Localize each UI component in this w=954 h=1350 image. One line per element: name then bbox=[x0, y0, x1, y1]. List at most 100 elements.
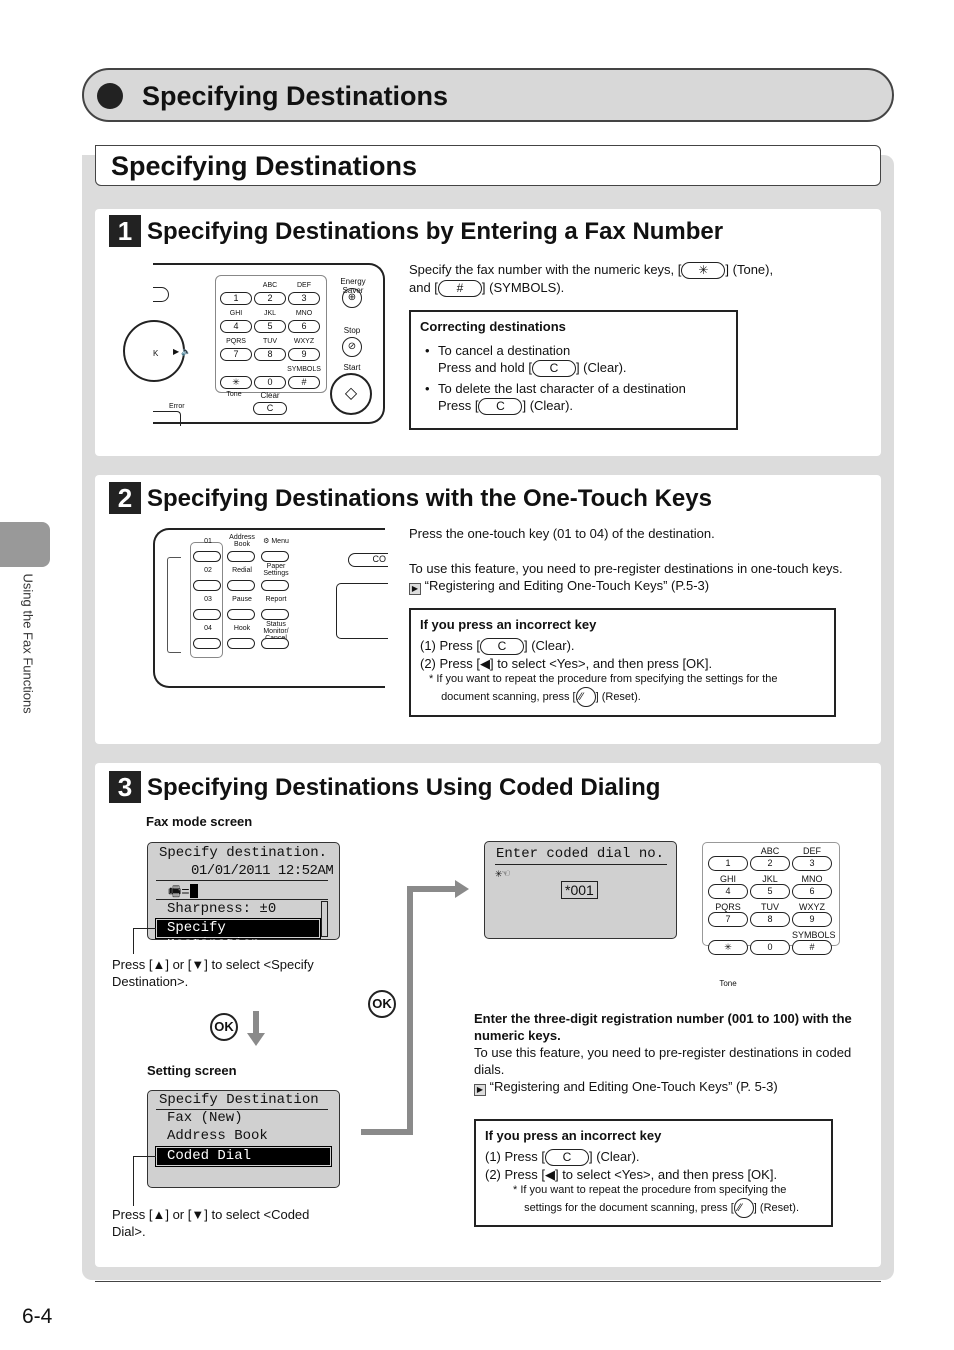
numeric-key-9[interactable]: 9 bbox=[792, 912, 832, 927]
step-number: 1 bbox=[109, 215, 141, 247]
step-title: Specifying Destinations Using Coded Dial… bbox=[147, 774, 661, 801]
numeric-key-7[interactable]: 7 bbox=[220, 348, 252, 361]
down-arrow-flow-icon bbox=[247, 1033, 265, 1046]
numeric-key-3[interactable]: 3 bbox=[792, 856, 832, 871]
setting-lcd: Specify Destination Fax (New) Address Bo… bbox=[147, 1090, 340, 1188]
key-label: Report bbox=[265, 596, 287, 603]
function-key[interactable] bbox=[261, 638, 289, 649]
ok-key-icon: OK bbox=[210, 1013, 238, 1041]
numeric-key-2[interactable]: 2 bbox=[750, 856, 790, 871]
tone-key-icon: ✳ bbox=[681, 262, 726, 280]
function-key[interactable] bbox=[261, 609, 289, 620]
numeric-key-5[interactable]: 5 bbox=[254, 320, 286, 333]
step-title: Specifying Destinations by Entering a Fa… bbox=[147, 218, 724, 245]
numeric-key-✳[interactable]: ✳ bbox=[220, 376, 252, 389]
reference-link[interactable]: “Registering and Editing One-Touch Keys”… bbox=[425, 578, 709, 593]
one-touch-key-02[interactable] bbox=[193, 580, 221, 591]
numeric-key-8[interactable]: 8 bbox=[750, 912, 790, 927]
numeric-key-2[interactable]: 2 bbox=[254, 292, 286, 305]
numeric-key-#[interactable]: # bbox=[288, 376, 320, 389]
footer-divider bbox=[95, 1281, 881, 1282]
key-letters: SYMBOLS bbox=[792, 930, 836, 940]
numeric-keypad-illustration: 1 ABC 2 DEF 3 GHI 4 JKL 5 MNO 6 PQRS 7 TUV 8 WXYZ 9 ✳ 0 SYM… bbox=[702, 842, 840, 992]
control-panel-illustration: K ▶ 🔈 Error 1 ABC 2 DEF 3 GHI 4 JKL 5 MNO 6 PQRS 7 TU… bbox=[123, 263, 385, 426]
step-1-description: Specify the fax number with the numeric … bbox=[409, 262, 774, 298]
key-letters: JKL bbox=[762, 874, 778, 884]
numeric-key-6[interactable]: 6 bbox=[792, 884, 832, 899]
numeric-key-4[interactable]: 4 bbox=[708, 884, 748, 899]
function-key[interactable] bbox=[227, 638, 255, 649]
down-arrow-icon: ▼ bbox=[191, 957, 205, 972]
fax-mode-lcd: Specify destination. 01/01/2011 12:52AM … bbox=[147, 842, 340, 952]
reset-key-icon: ⁄⁄ bbox=[575, 687, 596, 708]
function-key[interactable] bbox=[227, 609, 255, 620]
one-touch-key-01[interactable] bbox=[193, 551, 221, 562]
reference-link[interactable]: “Registering and Editing One-Touch Keys”… bbox=[490, 1079, 778, 1094]
numeric-key-5[interactable]: 5 bbox=[750, 884, 790, 899]
incorrect-key-box: If you press an incorrect key (1) Press … bbox=[474, 1119, 833, 1227]
specify-destination-item[interactable]: Specify Destination bbox=[155, 918, 321, 952]
numeric-key-3[interactable]: 3 bbox=[288, 292, 320, 305]
hand-keypad-icon: ✳☜ bbox=[495, 867, 510, 881]
step-3-instructions: Enter the three-digit registration numbe… bbox=[474, 1011, 852, 1096]
numeric-key-8[interactable]: 8 bbox=[254, 348, 286, 361]
left-arrow-icon: ◀ bbox=[544, 1167, 555, 1183]
function-key[interactable] bbox=[261, 580, 289, 591]
clear-key-icon: C bbox=[544, 1149, 589, 1167]
key-letters: WXYZ bbox=[293, 338, 315, 345]
numeric-key-#[interactable]: # bbox=[792, 940, 832, 955]
coded-dial-item[interactable]: Coded Dial bbox=[155, 1146, 332, 1167]
step-title: Specifying Destinations with the One-Tou… bbox=[147, 485, 712, 512]
clear-key-icon: C bbox=[531, 360, 576, 378]
numeric-key-✳[interactable]: ✳ bbox=[708, 940, 748, 955]
numeric-key-7[interactable]: 7 bbox=[708, 912, 748, 927]
up-arrow-icon: ▲ bbox=[152, 1207, 166, 1222]
key-letters: MNO bbox=[801, 874, 823, 884]
section-header: Specifying Destinations bbox=[95, 145, 881, 186]
function-key[interactable] bbox=[227, 580, 255, 591]
numeric-key-0[interactable]: 0 bbox=[750, 940, 790, 955]
key-letters: TUV bbox=[761, 902, 779, 912]
step-number: 2 bbox=[109, 482, 141, 514]
key-letters: DEF bbox=[803, 846, 821, 856]
numeric-key-1[interactable]: 1 bbox=[708, 856, 748, 871]
side-tab[interactable] bbox=[0, 522, 50, 567]
numeric-key-0[interactable]: 0 bbox=[254, 376, 286, 389]
key-letters: GHI bbox=[719, 874, 736, 884]
numeric-key-4[interactable]: 4 bbox=[220, 320, 252, 333]
coded-dial-value: *001 bbox=[561, 881, 598, 899]
key-letters: PQRS bbox=[715, 902, 741, 912]
side-tab-label: Using the Fax Functions bbox=[20, 573, 36, 714]
key-letters: MNO bbox=[295, 310, 313, 317]
down-arrow-icon: ▼ bbox=[191, 1207, 205, 1222]
step-2-card: 2 Specifying Destinations with the One-T… bbox=[95, 475, 881, 744]
key-letters: ABC bbox=[760, 846, 780, 856]
section-title: Specifying Destinations bbox=[111, 151, 418, 181]
key-label: ⚙ Menu bbox=[263, 538, 289, 545]
chapter-title: Specifying Destinations bbox=[142, 81, 449, 111]
key-letters: WXYZ bbox=[799, 902, 825, 912]
coded-dial-lcd: Enter coded dial no. ✳☜ *001 bbox=[484, 841, 677, 939]
incorrect-key-box: If you press an incorrect key (1) Press … bbox=[409, 608, 836, 717]
bullet-icon bbox=[97, 83, 123, 109]
key-letters: SYMBOLS bbox=[287, 366, 321, 373]
step-number: 3 bbox=[109, 771, 141, 803]
numeric-key-9[interactable]: 9 bbox=[288, 348, 320, 361]
reference-icon: ▶ bbox=[409, 583, 421, 595]
numeric-key-1[interactable]: 1 bbox=[220, 292, 252, 305]
step-1-card: 1 Specifying Destinations by Entering a … bbox=[95, 209, 881, 456]
page-number: 6-4 bbox=[22, 1305, 53, 1328]
key-label: Paper Settings bbox=[263, 563, 289, 577]
reset-key-icon: ⁄⁄ bbox=[733, 1198, 754, 1219]
caption-1: Press [▲] or [▼] to select <Specify Desti… bbox=[112, 957, 314, 989]
function-key[interactable] bbox=[261, 551, 289, 562]
function-key[interactable] bbox=[227, 551, 255, 562]
one-touch-key-03[interactable] bbox=[193, 609, 221, 620]
key-letters: DEF bbox=[297, 282, 311, 289]
chapter-header: Specifying Destinations bbox=[82, 68, 894, 122]
clear-key-icon: C bbox=[478, 398, 523, 416]
one-touch-key-04[interactable] bbox=[193, 638, 221, 649]
correcting-destinations-box: Correcting destinations • To cancel a des… bbox=[409, 310, 738, 430]
one-touch-panel-illustration: CO 01 02 03 04 Address Book Redial Pause Hook ⚙ … bbox=[153, 528, 388, 688]
numeric-key-6[interactable]: 6 bbox=[288, 320, 320, 333]
